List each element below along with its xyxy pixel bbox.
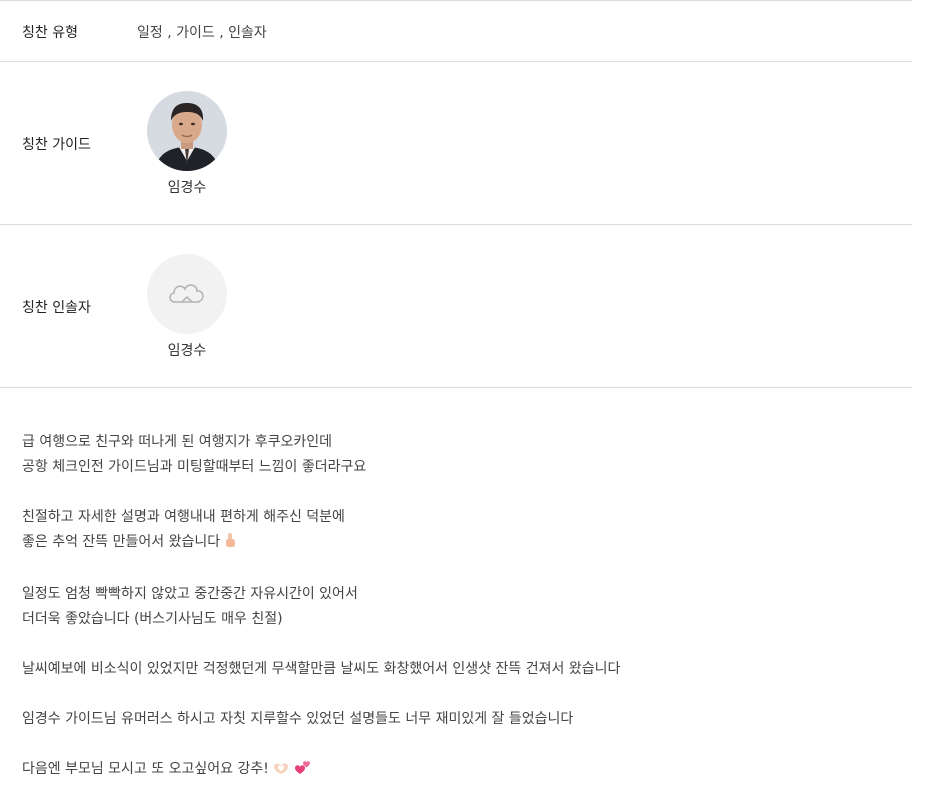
review-line: 임경수 가이드님 유머러스 하시고 자칫 지루할수 있었던 설명들도 너무 재미… (22, 711, 574, 727)
review-line: 더더욱 좋았습니다 (버스기사님도 매우 친절) (22, 611, 283, 627)
review-body: 급 여행으로 친구와 떠나게 된 여행지가 후쿠오카인데 공항 체크인전 가이드… (0, 387, 912, 784)
escort-name: 임경수 (167, 343, 207, 359)
review-paragraph: 친절하고 자세한 설명과 여행내내 편하게 해주신 덕분에 좋은 추억 잔뜩 만… (22, 505, 912, 557)
review-paragraph: 다음엔 부모님 모시고 또 오고싶어요 강추! (22, 757, 912, 784)
review-text: 급 여행으로 친구와 떠나게 된 여행지가 후쿠오카인데 공항 체크인전 가이드… (0, 388, 912, 784)
review-paragraph: 급 여행으로 친구와 떠나게 된 여행지가 후쿠오카인데 공항 체크인전 가이드… (22, 430, 912, 480)
guide-name: 임경수 (167, 180, 207, 196)
guide-avatar (147, 91, 227, 171)
review-line: 다음엔 부모님 모시고 또 오고싶어요 강추! (22, 757, 912, 784)
praise-type-value: 일정 , 가이드 , 인솔자 (137, 25, 267, 41)
review-line-text: 좋은 추억 잔뜩 만들어서 왔습니다 (22, 534, 221, 550)
praise-type-row: 칭찬 유형 일정 , 가이드 , 인솔자 (0, 0, 912, 61)
heart-hands-icon (272, 759, 290, 784)
review-line: 급 여행으로 친구와 떠나게 된 여행지가 후쿠오카인데 (22, 434, 333, 450)
escort-avatar (147, 254, 227, 334)
review-line: 친절하고 자세한 설명과 여행내내 편하게 해주신 덕분에 (22, 509, 345, 525)
review-paragraph: 일정도 엄청 빡빡하지 않았고 중간중간 자유시간이 있어서 더더욱 좋았습니다… (22, 582, 912, 632)
escort-profile[interactable]: 임경수 (146, 254, 228, 360)
praise-guide-row: 칭찬 가이드 임경수 (0, 61, 912, 224)
thumbs-up-icon (223, 532, 237, 557)
praise-type-label: 칭찬 유형 (22, 25, 78, 41)
review-detail: 칭찬 유형 일정 , 가이드 , 인솔자 칭찬 가이드 임경수 칭찬 인솔자 임… (0, 0, 912, 793)
review-line: 날씨예보에 비소식이 있었지만 걱정했던게 무색할만큼 날씨도 화창했어서 인생… (22, 661, 621, 677)
praise-escort-row: 칭찬 인솔자 임경수 (0, 224, 912, 387)
praise-guide-label: 칭찬 가이드 (22, 137, 91, 153)
review-paragraph: 임경수 가이드님 유머러스 하시고 자칫 지루할수 있었던 설명들도 너무 재미… (22, 707, 912, 732)
guide-photo (147, 91, 227, 171)
review-line: 좋은 추억 잔뜩 만들어서 왔습니다 (22, 530, 912, 557)
cloud-placeholder-icon (169, 284, 204, 303)
two-hearts-icon (293, 759, 311, 784)
review-paragraph: 날씨예보에 비소식이 있었지만 걱정했던게 무색할만큼 날씨도 화창했어서 인생… (22, 657, 912, 682)
review-line: 일정도 엄청 빡빡하지 않았고 중간중간 자유시간이 있어서 (22, 586, 358, 602)
guide-profile[interactable]: 임경수 (146, 91, 228, 197)
review-line: 공항 체크인전 가이드님과 미팅할때부터 느낌이 좋더라구요 (22, 459, 367, 475)
review-line-text: 다음엔 부모님 모시고 또 오고싶어요 강추! (22, 761, 269, 777)
praise-escort-label: 칭찬 인솔자 (22, 300, 91, 316)
